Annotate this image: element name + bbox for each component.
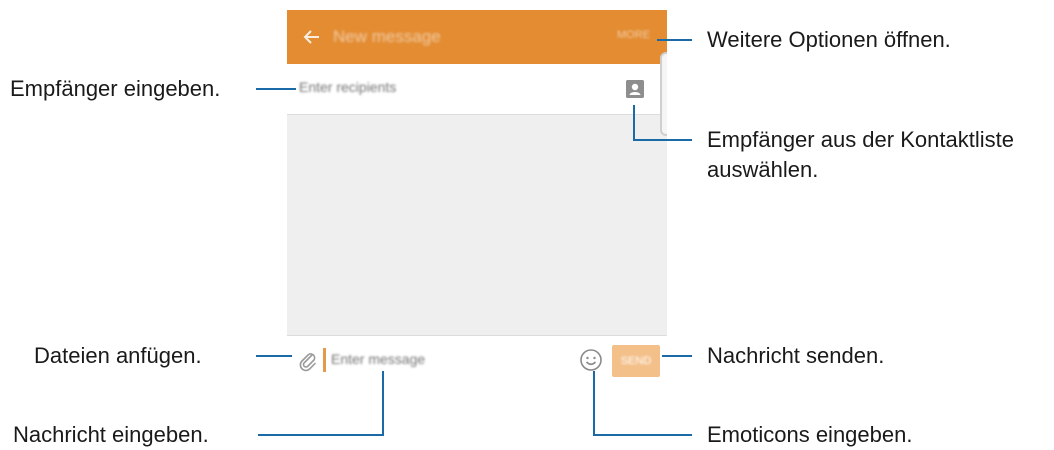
contact-icon[interactable] [626, 80, 644, 98]
callout-contacts-line1: Empfänger aus der Kontaktliste [707, 127, 1014, 152]
message-thread-area [287, 115, 667, 335]
compose-bar: SEND [287, 335, 667, 386]
recipient-row [287, 64, 667, 115]
message-input[interactable] [331, 351, 531, 367]
app-bar: New message MORE [287, 10, 667, 64]
callout-more-options: Weitere Optionen öffnen. [707, 27, 951, 52]
callout-enter-message: Nachricht eingeben. [13, 422, 209, 447]
page-title: New message [333, 27, 441, 46]
callout-contacts-line2: auswählen. [707, 157, 819, 182]
text-cursor [323, 348, 326, 372]
paperclip-icon[interactable] [297, 350, 319, 372]
recipients-input[interactable] [299, 79, 499, 95]
send-button-label: SEND [620, 355, 652, 367]
phone-screen: New message MORE SEND [287, 10, 667, 450]
send-button[interactable]: SEND [612, 345, 660, 377]
callout-attach-files: Dateien anfügen. [34, 343, 202, 368]
callout-send-message: Nachricht senden. [707, 343, 885, 368]
callout-enter-recipients: Empfänger eingeben. [10, 76, 221, 101]
back-arrow-icon[interactable] [299, 24, 325, 50]
emoji-icon[interactable] [579, 348, 603, 372]
callout-enter-emoticons: Emoticons eingeben. [707, 422, 913, 447]
bottom-blank-area [287, 386, 667, 450]
more-options-button[interactable]: MORE [617, 29, 650, 41]
